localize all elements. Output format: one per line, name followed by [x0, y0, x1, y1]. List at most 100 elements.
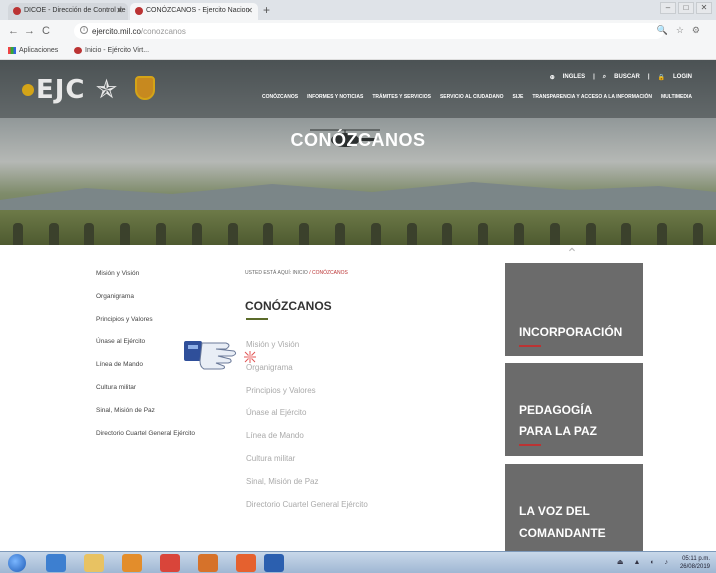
back-icon[interactable]: ← — [8, 25, 19, 37]
info-icon[interactable]: i — [80, 26, 88, 34]
bookmark-label: Aplicaciones — [19, 47, 59, 54]
start-button[interactable] — [8, 554, 26, 572]
globe-icon: ⊕ — [549, 75, 555, 81]
media-icon[interactable] — [122, 554, 142, 572]
site-header: EJC ✯ ⊕ INGLES | ⌕ BUSCAR | 🔒 LOGIN CONÓ… — [0, 60, 716, 118]
divider: | — [593, 74, 595, 80]
side-menu: Misión y Visión Organigrama Principios y… — [96, 270, 195, 452]
tray-icons[interactable]: ⏏ ▲ ◐ ♪ — [617, 558, 672, 566]
card-subtitle: PARA LA PAZ — [519, 424, 597, 438]
section-title: CONÓZCANOS — [245, 299, 332, 313]
side-menu-item[interactable]: Línea de Mando — [96, 361, 195, 384]
clock-time: 05:11 p.m. — [682, 556, 710, 562]
content-link[interactable]: Sinal, Misión de Paz — [246, 477, 368, 500]
folder-icon[interactable] — [84, 554, 104, 572]
content-link[interactable]: Línea de Mando — [246, 431, 368, 454]
content-link[interactable]: Cultura militar — [246, 454, 368, 477]
content-link[interactable]: Principios y Valores — [246, 386, 368, 409]
card-voz-comandante[interactable]: LA VOZ DEL COMANDANTE — [505, 464, 643, 551]
side-menu-item[interactable]: Sinal, Misión de Paz — [96, 407, 195, 430]
maximize-icon[interactable]: □ — [678, 2, 694, 14]
card-title: LA VOZ DEL — [519, 504, 590, 518]
content-link[interactable]: Únase al Ejército — [246, 408, 368, 431]
link-ingles[interactable]: INGLES — [563, 74, 585, 81]
flag-icon — [22, 84, 34, 96]
browser-tab-bar: DICOE - Dirección de Control de ✕ CONÓZC… — [0, 0, 716, 20]
window-controls: – □ ✕ — [660, 2, 712, 14]
card-subtitle: COMANDANTE — [519, 526, 606, 540]
side-menu-item[interactable]: Principios y Valores — [96, 316, 195, 339]
close-icon[interactable]: ✕ — [246, 6, 253, 15]
search-icon: ⌕ — [602, 74, 607, 80]
favicon-icon — [74, 47, 82, 54]
card-incorporacion[interactable]: INCORPORACIÓN — [505, 263, 643, 356]
url-path: /conozcanos — [140, 27, 186, 36]
nav-tramites[interactable]: TRÁMITES Y SERVICIOS — [372, 94, 431, 100]
hero-mountains — [0, 182, 716, 212]
content-link[interactable]: Misión y Visión — [246, 340, 368, 363]
bookmark-inicio[interactable]: Inicio - Ejército Virt... — [74, 47, 149, 54]
nav-servicio[interactable]: SERVICIO AL CIUDADANO — [440, 94, 504, 100]
utility-links: ⊕ INGLES | ⌕ BUSCAR | 🔒 LOGIN — [550, 74, 692, 81]
divider: | — [647, 74, 650, 80]
url-input[interactable]: i ejercito.mil.co/conozcanos 🔍☆⚙ — [74, 23, 700, 39]
breadcrumb-prefix: USTED ESTÁ AQUÍ: — [245, 270, 292, 276]
nav-conozcanos[interactable]: CONÓZCANOS — [262, 94, 298, 100]
powerpoint-icon[interactable] — [198, 554, 218, 572]
taskbar: ⏏ ▲ ◐ ♪ 05:11 p.m. 26/08/2019 — [0, 551, 716, 573]
clock-date: 26/08/2019 — [679, 564, 710, 570]
card-pedagogia[interactable]: PEDAGOGÍA PARA LA PAZ — [505, 363, 643, 456]
browser-tools[interactable]: 🔍☆⚙ — [657, 25, 708, 36]
lock-icon: 🔒 — [657, 75, 665, 81]
reload-icon[interactable]: C — [42, 25, 50, 37]
breadcrumb-current: / CONÓZCANOS — [309, 270, 348, 276]
close-icon[interactable]: ✕ — [116, 6, 123, 15]
apps-icon — [8, 47, 16, 54]
chrome-icon[interactable] — [160, 554, 180, 572]
nav-multimedia[interactable]: MULTIMEDIA — [661, 94, 692, 100]
address-bar-row: ← → C i ejercito.mil.co/conozcanos 🔍☆⚙ — [0, 20, 716, 44]
main-nav: CONÓZCANOS INFORMES Y NOTICIAS TRÁMITES … — [262, 94, 692, 100]
card-underline — [519, 345, 541, 347]
bookmark-apps[interactable]: Aplicaciones — [8, 47, 58, 54]
url-host: ejercito.mil.co — [92, 27, 141, 36]
content-list: Misión y Visión Organigrama Principios y… — [246, 340, 368, 522]
firefox-icon[interactable] — [236, 554, 256, 572]
hand-pointer-icon — [184, 341, 256, 370]
card-title: INCORPORACIÓN — [519, 325, 623, 339]
word-icon[interactable] — [264, 554, 284, 572]
minimize-icon[interactable]: – — [660, 2, 676, 14]
content-link[interactable]: Organigrama — [246, 363, 368, 386]
bookmark-label: Inicio - Ejército Virt... — [85, 47, 150, 54]
forward-icon[interactable]: → — [24, 25, 35, 37]
nav-informes[interactable]: INFORMES Y NOTICIAS — [307, 94, 363, 100]
side-menu-item[interactable]: Misión y Visión — [96, 270, 195, 293]
hero-banner: EJC ✯ ⊕ INGLES | ⌕ BUSCAR | 🔒 LOGIN CONÓ… — [0, 60, 716, 245]
favicon-icon — [13, 7, 21, 15]
link-login[interactable]: LOGIN — [673, 74, 692, 81]
favicon-icon — [135, 7, 143, 15]
link-buscar[interactable]: BUSCAR — [614, 74, 640, 81]
bookmarks-bar: Aplicaciones Inicio - Ejército Virt... — [0, 44, 716, 60]
tab-title: DICOE - Dirección de Control de — [24, 7, 126, 14]
site-logo[interactable]: EJC ✯ — [22, 75, 118, 105]
content-link[interactable]: Directorio Cuartel General Ejército — [246, 500, 368, 523]
side-menu-item[interactable]: Organigrama — [96, 293, 195, 316]
tab-dicoe[interactable]: DICOE - Dirección de Control de ✕ — [8, 3, 128, 20]
nav-transparencia[interactable]: TRANSPARENCIA Y ACCESO A LA INFORMACIÓN — [532, 94, 652, 100]
breadcrumb-home[interactable]: INICIO — [293, 270, 308, 276]
hero-title: CONÓZCANOS — [290, 130, 426, 150]
crest-icon — [135, 76, 155, 100]
side-menu-item[interactable]: Únase al Ejército — [96, 338, 195, 361]
hero-soldiers — [0, 218, 716, 245]
side-menu-item[interactable]: Cultura militar — [96, 384, 195, 407]
new-tab-icon[interactable]: + — [263, 3, 270, 17]
side-menu-item[interactable]: Directorio Cuartel General Ejército — [96, 430, 195, 453]
clock[interactable]: 05:11 p.m. 26/08/2019 — [680, 555, 710, 571]
nav-sije[interactable]: SIJE — [513, 94, 524, 100]
close-window-icon[interactable]: ✕ — [696, 2, 712, 14]
chevron-up-icon[interactable]: ⌃ — [562, 246, 582, 260]
tab-conozcanos[interactable]: CONÓZCANOS - Ejercito Nacion ✕ — [130, 3, 258, 20]
ie-icon[interactable] — [46, 554, 66, 572]
card-underline — [519, 444, 541, 446]
